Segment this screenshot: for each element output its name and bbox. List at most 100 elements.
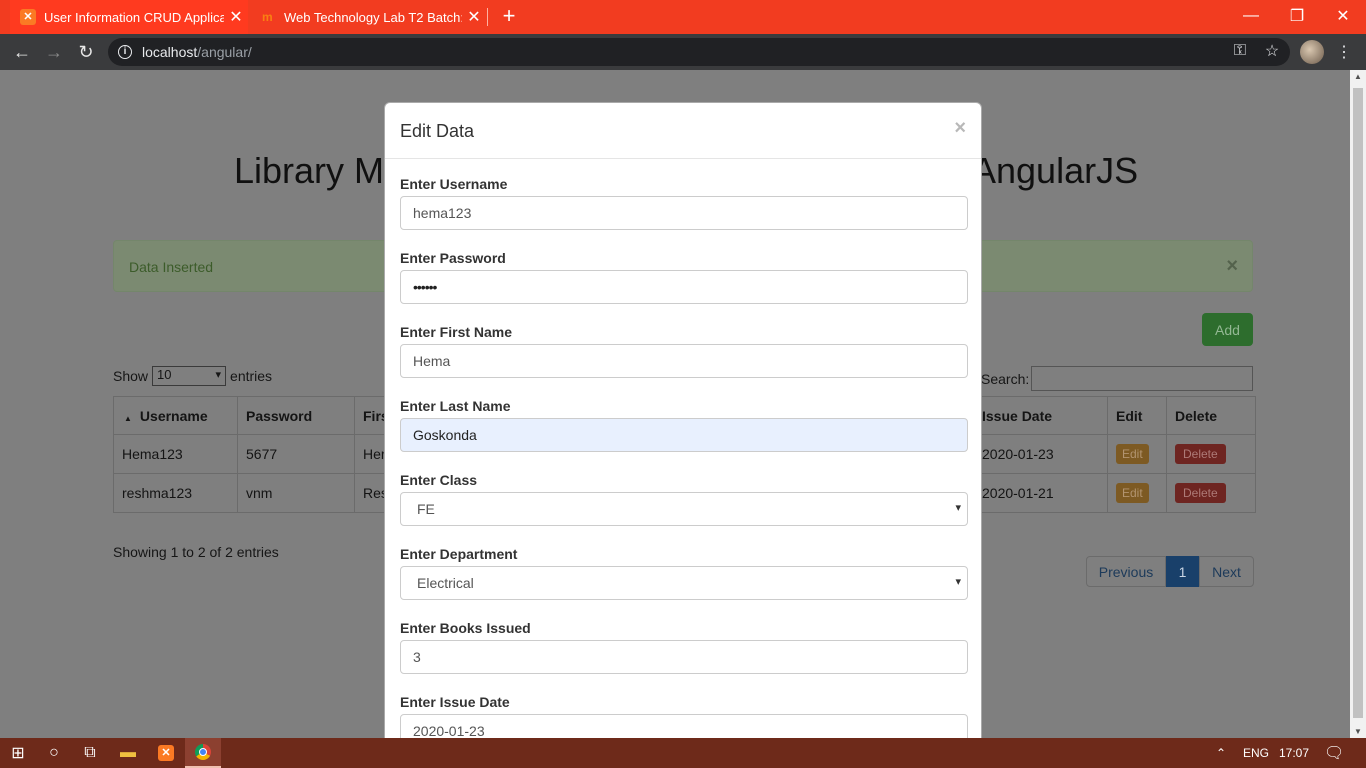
last-name-group: Enter Last Name Goskonda <box>400 398 968 452</box>
chrome-icon[interactable] <box>185 738 221 768</box>
cell-username: Hema123 <box>113 434 238 474</box>
col-delete[interactable]: Delete <box>1166 396 1256 435</box>
cell-password: 5677 <box>237 434 355 474</box>
task-view-icon[interactable]: ⧉ <box>72 738 108 768</box>
modal-title: Edit Data <box>400 121 475 141</box>
page-scrollbar[interactable]: ▲ ▼ <box>1350 70 1366 738</box>
restore-icon[interactable]: ❐ <box>1274 0 1320 32</box>
class-select[interactable]: FE <box>400 492 968 526</box>
username-label: Enter Username <box>400 176 508 192</box>
username-field[interactable]: hema123 <box>400 196 968 230</box>
pagination: Previous 1 Next <box>1086 556 1254 587</box>
page-1-button[interactable]: 1 <box>1166 556 1199 587</box>
modal-header: Edit Data × <box>385 103 981 159</box>
tab-active[interactable]: ✕ User Information CRUD Applicati ✕ <box>10 0 248 34</box>
class-group: Enter Class FE <box>400 472 968 526</box>
delete-button[interactable]: Delete <box>1175 483 1226 503</box>
show-label: Show <box>113 368 149 384</box>
col-issue-date[interactable]: Issue Date <box>981 396 1108 435</box>
windows-start-icon[interactable]: ⊞ <box>0 738 36 768</box>
cell-issue-date: 2020-01-23 <box>981 434 1108 474</box>
avatar[interactable] <box>1300 40 1324 64</box>
scroll-down-icon[interactable]: ▼ <box>1354 727 1362 736</box>
tab-close-icon[interactable]: ✕ <box>462 7 486 27</box>
add-button[interactable]: Add <box>1202 313 1253 346</box>
length-control: Show 10 entries <box>113 366 272 386</box>
tab-separator <box>487 8 488 26</box>
department-select[interactable]: Electrical <box>400 566 968 600</box>
close-window-icon[interactable]: ✕ <box>1320 0 1366 32</box>
last-name-field[interactable]: Goskonda <box>400 418 968 452</box>
previous-button[interactable]: Previous <box>1086 556 1166 587</box>
password-group: Enter Password •••••• <box>400 250 968 304</box>
sort-asc-icon: ▲ <box>124 413 132 423</box>
cell-username: reshma123 <box>113 473 238 513</box>
modal-close-icon[interactable]: × <box>954 117 966 140</box>
page-title-right: AngularJS <box>972 150 1139 191</box>
alert-close-icon[interactable]: × <box>1226 255 1238 278</box>
screen: ✕ User Information CRUD Applicati ✕ m We… <box>0 0 1366 768</box>
first-name-group: Enter First Name Hema <box>400 324 968 378</box>
clock[interactable]: 17:07 <box>1279 738 1309 768</box>
tab-title: Web Technology Lab T2 Batch: Li <box>284 9 462 25</box>
col-edit[interactable]: Edit <box>1107 396 1167 435</box>
next-button[interactable]: Next <box>1199 556 1254 587</box>
language-indicator[interactable]: ENG <box>1243 738 1269 768</box>
scroll-up-icon[interactable]: ▲ <box>1354 72 1362 81</box>
moodle-icon: m <box>262 10 273 24</box>
new-tab-icon[interactable]: + <box>498 5 520 27</box>
table-info: Showing 1 to 2 of 2 entries <box>113 544 279 560</box>
url-path: /angular/ <box>197 44 252 60</box>
col-label: Username <box>139 407 208 424</box>
search-control: Search: <box>981 366 1254 391</box>
cell-edit: Edit <box>1107 473 1167 513</box>
xampp-icon[interactable]: ✕ <box>148 738 184 768</box>
first-name-field[interactable]: Hema <box>400 344 968 378</box>
entries-select[interactable]: 10 <box>152 366 227 386</box>
entries-label: entries <box>230 368 273 384</box>
forward-icon[interactable]: → <box>39 34 69 70</box>
department-group: Enter Department Electrical <box>400 546 968 600</box>
cell-password: vnm <box>237 473 355 513</box>
cell-delete: Delete <box>1166 473 1256 513</box>
tab-close-icon[interactable]: ✕ <box>224 7 248 27</box>
cell-delete: Delete <box>1166 434 1256 474</box>
reload-icon[interactable]: ↻ <box>71 34 101 70</box>
edit-button[interactable]: Edit <box>1116 444 1149 464</box>
file-explorer-icon[interactable]: ▬ <box>110 738 146 768</box>
search-label: Search: <box>981 370 1030 387</box>
books-issued-label: Enter Books Issued <box>400 620 531 636</box>
tray-chevron-icon[interactable]: ⌃ <box>1216 738 1226 768</box>
menu-icon[interactable]: ⋮ <box>1332 40 1356 64</box>
scrollbar-thumb[interactable] <box>1353 88 1363 718</box>
minimize-icon[interactable]: — <box>1228 0 1274 32</box>
password-label: Enter Password <box>400 250 506 266</box>
info-icon[interactable]: i <box>118 45 132 59</box>
taskbar: ⊞ ○ ⧉ ▬ ✕ ⌃ ENG 17:07 🗨 <box>0 738 1366 768</box>
edit-button[interactable]: Edit <box>1116 483 1149 503</box>
browser-toolbar: ← → ↻ i localhost/angular/ ⚿ ☆ ⋮ <box>0 34 1366 70</box>
xampp-icon: ✕ <box>20 9 36 25</box>
page-title-left: Library M <box>234 150 385 191</box>
edit-modal: Edit Data × Enter Username hema123 Enter… <box>384 102 982 752</box>
col-username[interactable]: ▲ Username <box>113 396 238 435</box>
books-issued-field[interactable]: 3 <box>400 640 968 674</box>
delete-button[interactable]: Delete <box>1175 444 1226 464</box>
cell-edit: Edit <box>1107 434 1167 474</box>
cell-issue-date: 2020-01-21 <box>981 473 1108 513</box>
col-password[interactable]: Password <box>237 396 355 435</box>
star-icon[interactable]: ☆ <box>1260 39 1284 63</box>
books-issued-group: Enter Books Issued 3 <box>400 620 968 674</box>
tab-title: User Information CRUD Applicati <box>44 9 224 25</box>
search-input[interactable] <box>1031 366 1254 391</box>
notifications-icon[interactable]: 🗨 <box>1324 738 1344 768</box>
back-icon[interactable]: ← <box>7 34 37 70</box>
department-label: Enter Department <box>400 546 518 562</box>
first-name-label: Enter First Name <box>400 324 513 340</box>
tab-inactive[interactable]: m Web Technology Lab T2 Batch: Li ✕ <box>250 0 486 34</box>
search-icon[interactable]: ○ <box>36 738 72 768</box>
address-bar[interactable]: i localhost/angular/ ⚿ ☆ <box>108 38 1290 66</box>
tab-strip: ✕ User Information CRUD Applicati ✕ m We… <box>0 0 1366 34</box>
key-icon[interactable]: ⚿ <box>1228 39 1252 63</box>
password-field[interactable]: •••••• <box>400 270 968 304</box>
